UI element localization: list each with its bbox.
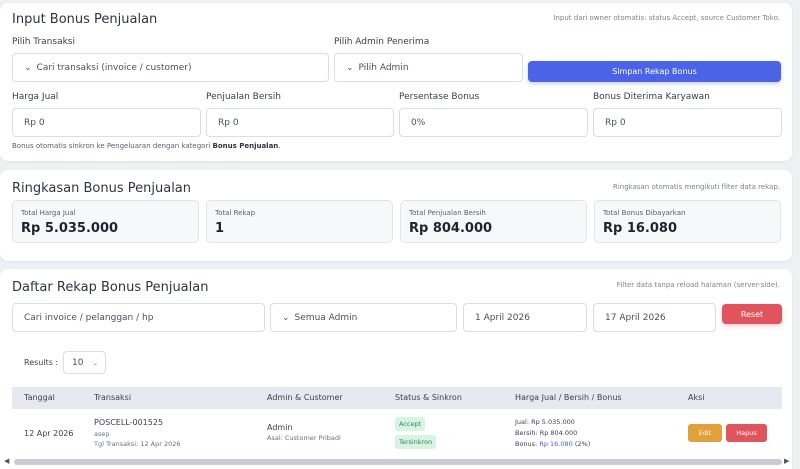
results-per-page-select[interactable]: 10 ⌄ <box>63 351 106 374</box>
stat-card: Total Harga Jual Rp 5.035.000 <box>12 200 199 243</box>
column-header-status: Status & Sinkron <box>395 393 462 402</box>
row-bonus-value: Rp 16.080 <box>539 440 573 448</box>
penjualan-bersih-label: Penjualan Bersih <box>206 92 281 102</box>
chevron-down-icon: ⌄ <box>346 62 354 73</box>
sync-note-prefix: Bonus otomatis sinkron ke Pengeluaran de… <box>12 142 213 150</box>
persentase-field[interactable]: 0% <box>399 108 588 137</box>
reset-button[interactable]: Reset <box>722 304 782 324</box>
sync-note-category: Bonus Penjualan <box>212 142 279 150</box>
list-note: Filter data tanpa reload halaman (server… <box>616 281 780 289</box>
date-from-field[interactable]: 1 April 2026 <box>463 303 587 332</box>
stat-card: Total Rekap 1 <box>206 200 393 243</box>
admin-select-placeholder: Pilih Admin <box>358 62 409 73</box>
sync-note: Bonus otomatis sinkron ke Pengeluaran de… <box>12 142 281 150</box>
row-bonus-prefix: Bonus: <box>515 440 540 448</box>
column-header-admin-customer: Admin & Customer <box>267 393 343 402</box>
row-bonus-pct: (2%) <box>572 440 591 448</box>
scroll-left-icon[interactable]: ◀ <box>4 457 9 465</box>
summary-card: Ringkasan Bonus Penjualan Ringkasan otom… <box>0 170 792 261</box>
edit-button[interactable]: Edit <box>688 424 722 442</box>
summary-title: Ringkasan Bonus Penjualan <box>12 181 192 196</box>
rekap-list-card: Daftar Rekap Bonus Penjualan Filter data… <box>0 269 792 469</box>
input-bonus-card: Input Bonus Penjualan Input dari owner o… <box>0 3 792 161</box>
stat-value: Rp 5.035.000 <box>21 221 119 236</box>
results-per-page-value: 10 <box>72 357 84 368</box>
bonus-diterima-label: Bonus Diterima Karyawan <box>593 92 710 102</box>
search-input[interactable]: Cari invoice / pelanggan / hp <box>12 303 265 332</box>
input-bonus-note: Input dari owner otomatis: status Accept… <box>553 14 780 22</box>
admin-label: Pilih Admin Penerima <box>334 37 430 47</box>
column-header-tanggal: Tanggal <box>24 393 55 402</box>
list-title: Daftar Rekap Bonus Penjualan <box>12 280 209 295</box>
stat-value: 1 <box>215 221 225 236</box>
scroll-right-icon[interactable]: ▶ <box>784 457 789 465</box>
admin-filter-value: Semua Admin <box>294 312 358 323</box>
admin-select[interactable]: ⌄ Pilih Admin <box>334 53 523 82</box>
row-tanggal: 12 Apr 2026 <box>24 429 74 438</box>
row-admin: Admin <box>267 423 293 432</box>
row-jual: Jual: Rp 5.035.000 <box>515 418 575 426</box>
date-to-field[interactable]: 17 April 2026 <box>593 303 716 332</box>
stat-label: Total Harga Jual <box>21 209 76 217</box>
stat-card: Total Bonus Dibayarkan Rp 16.080 <box>594 200 781 243</box>
row-tgl-transaksi: Tgl Transaksi: 12 Apr 2026 <box>94 440 181 448</box>
penjualan-bersih-field[interactable]: Rp 0 <box>206 108 394 137</box>
harga-jual-label: Harga Jual <box>12 92 59 102</box>
status-badge: Accept <box>395 417 426 431</box>
stat-label: Total Penjualan Bersih <box>409 209 486 217</box>
stat-label: Total Rekap <box>215 209 256 217</box>
stat-value: Rp 16.080 <box>603 221 678 236</box>
sync-note-suffix: . <box>278 142 281 150</box>
delete-button[interactable]: Hapus <box>726 424 767 442</box>
row-customer-name: asep <box>94 430 110 438</box>
column-header-aksi: Aksi <box>688 393 705 402</box>
column-header-harga: Harga Jual / Bersih / Bonus <box>515 393 622 402</box>
transaksi-label: Pilih Transaksi <box>12 37 75 47</box>
admin-filter-select[interactable]: ⌄ Semua Admin <box>270 303 457 332</box>
transaksi-select-placeholder: Cari transaksi (invoice / customer) <box>36 62 192 73</box>
chevron-down-icon: ⌄ <box>92 358 99 367</box>
row-bersih: Bersih: Rp 804.000 <box>515 429 578 437</box>
chevron-down-icon: ⌄ <box>282 312 290 323</box>
row-invoice[interactable]: POSCELL-001525 <box>94 418 163 427</box>
bonus-diterima-field[interactable]: Rp 0 <box>593 108 782 137</box>
summary-note: Ringkasan otomatis mengikuti filter data… <box>612 183 780 191</box>
harga-jual-field[interactable]: Rp 0 <box>12 108 201 137</box>
table-header: Tanggal Transaksi Admin & Customer Statu… <box>12 387 782 409</box>
transaksi-select[interactable]: ⌄ Cari transaksi (invoice / customer) <box>12 53 329 82</box>
save-rekap-button[interactable]: Simpan Rekap Bonus <box>528 61 781 82</box>
sync-badge: Tersinkron <box>395 435 437 449</box>
stat-label: Total Bonus Dibayarkan <box>603 209 686 217</box>
persentase-label: Persentase Bonus <box>399 92 480 102</box>
column-header-transaksi: Transaksi <box>94 393 132 402</box>
stat-value: Rp 804.000 <box>409 221 493 236</box>
results-label: Results : <box>24 358 59 367</box>
horizontal-scrollbar[interactable] <box>14 459 782 465</box>
input-bonus-title: Input Bonus Penjualan <box>12 12 158 27</box>
stat-card: Total Penjualan Bersih Rp 804.000 <box>400 200 587 243</box>
row-asal: Asal: Customer Pribadi <box>267 434 341 442</box>
row-bonus: Bonus: Rp 16.080 (2%) <box>515 440 590 448</box>
chevron-down-icon: ⌄ <box>24 62 32 73</box>
